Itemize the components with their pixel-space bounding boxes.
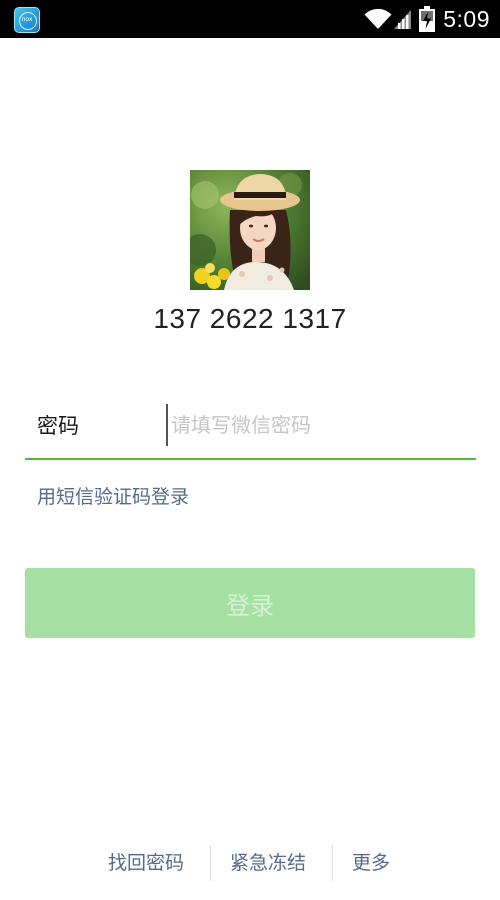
password-input[interactable]: [166, 404, 466, 446]
more-link[interactable]: 更多: [352, 844, 390, 882]
footer-divider: [332, 845, 333, 881]
footer-divider: [210, 845, 211, 881]
password-underline: [25, 458, 476, 460]
password-label: 密码: [37, 414, 79, 438]
profile-photo: [190, 170, 310, 290]
wifi-icon: [364, 8, 392, 29]
nox-app-icon[interactable]: nox: [14, 7, 40, 33]
login-button[interactable]: 登录: [25, 568, 475, 638]
signal-icon: [394, 10, 412, 29]
battery-charging-icon: [419, 6, 436, 32]
status-bar: nox 5:09: [0, 0, 500, 38]
account-phone-number: 137 2622 1317: [153, 303, 347, 334]
status-indicators: 5:09: [364, 0, 490, 38]
emergency-freeze-link[interactable]: 紧急冻结: [230, 844, 306, 882]
nox-icon-text: nox: [21, 16, 33, 23]
status-time: 5:09: [443, 5, 490, 32]
footer-links: 找回密码 紧急冻结 更多: [0, 844, 500, 882]
avatar[interactable]: [190, 170, 310, 290]
sms-login-link[interactable]: 用短信验证码登录: [37, 482, 189, 509]
find-password-link[interactable]: 找回密码: [108, 844, 184, 882]
